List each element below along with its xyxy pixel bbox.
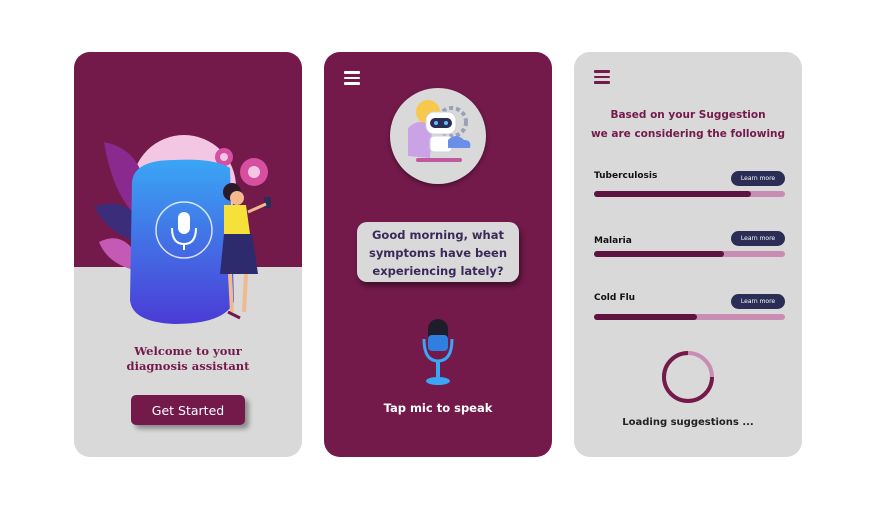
- welcome-screen: Welcome to your diagnosis assistant Get …: [74, 52, 302, 457]
- suggestions-screen: Based on your Suggestion we are consider…: [574, 52, 802, 457]
- condition-name: Cold Flu: [594, 293, 636, 303]
- condition-progress-fill: [594, 314, 698, 320]
- assistant-message-bubble: Good morning, what symptoms have been ex…: [357, 222, 519, 282]
- welcome-title-line1: Welcome to your: [134, 344, 242, 358]
- robot-assistant-avatar: [390, 88, 486, 184]
- loading-spinner-icon: [662, 351, 714, 403]
- condition-progress-bar: [594, 191, 785, 197]
- learn-more-button[interactable]: Learn more: [731, 171, 785, 186]
- mic-prompt-text: Tap mic to speak: [383, 401, 493, 415]
- microphone-icon[interactable]: [420, 317, 456, 389]
- welcome-title-line2: diagnosis assistant: [126, 359, 250, 373]
- voice-input-screen: Good morning, what symptoms have been ex…: [324, 52, 552, 457]
- hamburger-menu-icon[interactable]: [594, 70, 610, 84]
- assistant-illustration: [94, 135, 271, 324]
- condition-progress-bar: [594, 251, 785, 257]
- condition-name: Malaria: [594, 236, 632, 246]
- get-started-button[interactable]: Get Started: [131, 395, 245, 425]
- condition-progress-bar: [594, 314, 785, 320]
- condition-progress-fill: [594, 251, 724, 257]
- message-line2: symptoms have been: [368, 246, 508, 260]
- message-line1: Good morning, what: [371, 228, 505, 242]
- loading-text: Loading suggestions ...: [622, 417, 754, 428]
- hamburger-menu-icon[interactable]: [344, 71, 360, 85]
- condition-progress-fill: [594, 191, 751, 197]
- learn-more-button[interactable]: Learn more: [731, 294, 785, 309]
- robot-assistant-icon: [408, 100, 471, 162]
- condition-name: Tuberculosis: [594, 171, 658, 181]
- learn-more-button[interactable]: Learn more: [731, 231, 785, 246]
- message-line3: experiencing lately?: [372, 264, 504, 278]
- suggestion-heading-line1: Based on your Suggestion: [610, 109, 766, 121]
- suggestion-heading-line2: we are considering the following: [590, 128, 786, 140]
